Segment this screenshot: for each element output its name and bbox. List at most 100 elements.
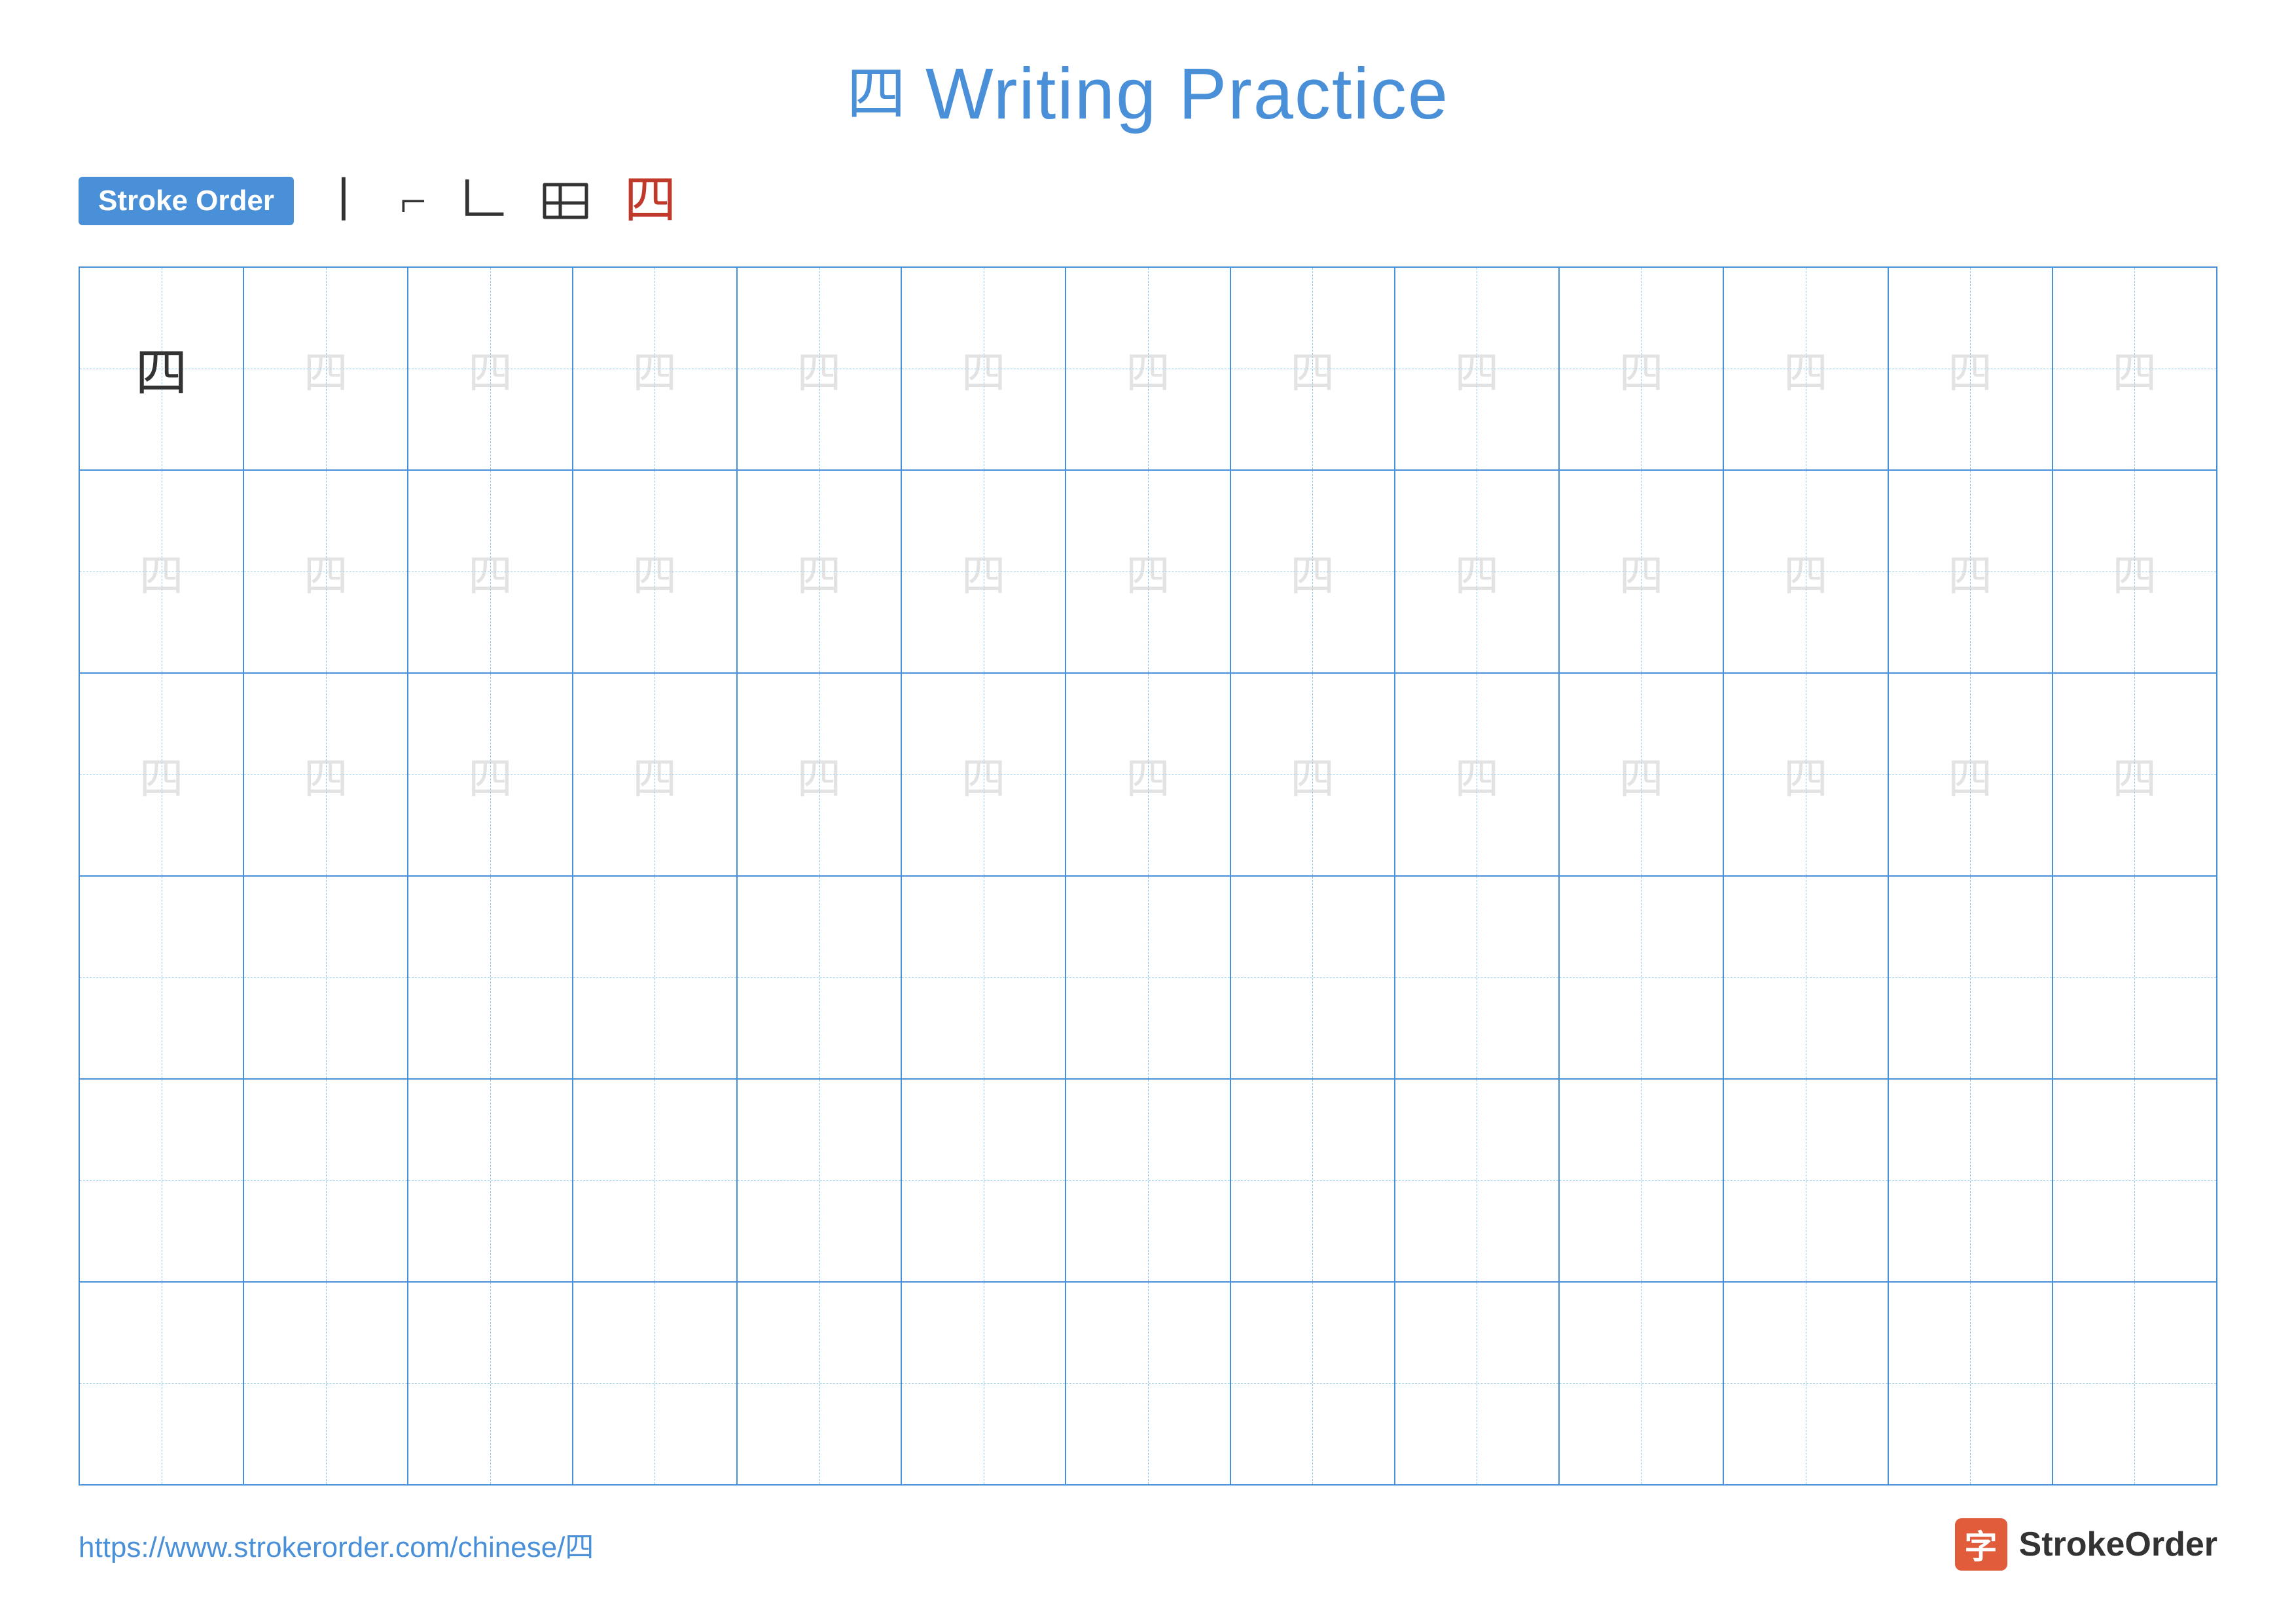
- grid-cell-5-6[interactable]: [902, 1080, 1066, 1281]
- grid-cell-3-2[interactable]: 四: [244, 674, 408, 875]
- grid-cell-3-7[interactable]: 四: [1066, 674, 1230, 875]
- grid-cell-1-11[interactable]: 四: [1724, 268, 1888, 469]
- ghost-char: 四: [632, 742, 677, 807]
- grid-cell-3-12[interactable]: 四: [1889, 674, 2053, 875]
- grid-cell-5-13[interactable]: [2053, 1080, 2216, 1281]
- ghost-char: 四: [468, 539, 512, 604]
- grid-cell-2-8[interactable]: 四: [1231, 471, 1395, 672]
- ghost-char: 四: [1619, 539, 1664, 604]
- grid-cell-4-5[interactable]: [738, 877, 902, 1078]
- grid-cell-2-2[interactable]: 四: [244, 471, 408, 672]
- grid-cell-4-1[interactable]: [80, 877, 244, 1078]
- grid-cell-1-1[interactable]: 四: [80, 268, 244, 469]
- grid-cell-5-9[interactable]: [1395, 1080, 1560, 1281]
- grid-cell-1-3[interactable]: 四: [408, 268, 573, 469]
- grid-cell-3-4[interactable]: 四: [573, 674, 738, 875]
- grid-cell-1-10[interactable]: 四: [1560, 268, 1724, 469]
- grid-cell-5-2[interactable]: [244, 1080, 408, 1281]
- grid-cell-2-13[interactable]: 四: [2053, 471, 2216, 672]
- grid-cell-2-6[interactable]: 四: [902, 471, 1066, 672]
- ghost-char: 四: [632, 337, 677, 401]
- grid-cell-6-8[interactable]: [1231, 1283, 1395, 1484]
- ghost-char: 四: [1619, 742, 1664, 807]
- grid-cell-2-11[interactable]: 四: [1724, 471, 1888, 672]
- grid-cell-5-10[interactable]: [1560, 1080, 1724, 1281]
- grid-cell-1-8[interactable]: 四: [1231, 268, 1395, 469]
- grid-cell-5-3[interactable]: [408, 1080, 573, 1281]
- ghost-char: 四: [1126, 539, 1170, 604]
- grid-cell-1-13[interactable]: 四: [2053, 268, 2216, 469]
- grid-cell-5-12[interactable]: [1889, 1080, 2053, 1281]
- grid-cell-2-3[interactable]: 四: [408, 471, 573, 672]
- footer-url[interactable]: https://www.strokerorder.com/chinese/四: [79, 1523, 594, 1565]
- grid-cell-5-1[interactable]: [80, 1080, 244, 1281]
- grid-cell-2-10[interactable]: 四: [1560, 471, 1724, 672]
- grid-cell-4-3[interactable]: [408, 877, 573, 1078]
- page-title: Writing Practice: [925, 52, 1449, 136]
- grid-cell-6-9[interactable]: [1395, 1283, 1560, 1484]
- grid-row-3: 四 四 四 四 四 四 四 四 四 四 四 四 四: [80, 674, 2216, 877]
- grid-cell-3-10[interactable]: 四: [1560, 674, 1724, 875]
- grid-cell-4-4[interactable]: [573, 877, 738, 1078]
- grid-cell-4-13[interactable]: [2053, 877, 2216, 1078]
- grid-cell-4-2[interactable]: [244, 877, 408, 1078]
- grid-cell-1-7[interactable]: 四: [1066, 268, 1230, 469]
- ghost-char: 四: [139, 539, 184, 604]
- grid-cell-6-11[interactable]: [1724, 1283, 1888, 1484]
- stroke-step-3: 𠃊: [459, 177, 507, 225]
- grid-cell-4-7[interactable]: [1066, 877, 1230, 1078]
- grid-row-5: [80, 1080, 2216, 1283]
- ghost-char: 四: [632, 539, 677, 604]
- grid-cell-6-7[interactable]: [1066, 1283, 1230, 1484]
- ghost-char: 四: [2112, 337, 2157, 401]
- grid-cell-1-2[interactable]: 四: [244, 268, 408, 469]
- grid-cell-1-9[interactable]: 四: [1395, 268, 1560, 469]
- grid-cell-4-12[interactable]: [1889, 877, 2053, 1078]
- grid-cell-3-5[interactable]: 四: [738, 674, 902, 875]
- grid-cell-4-8[interactable]: [1231, 877, 1395, 1078]
- grid-cell-5-4[interactable]: [573, 1080, 738, 1281]
- ghost-char: 四: [468, 742, 512, 807]
- grid-cell-2-4[interactable]: 四: [573, 471, 738, 672]
- ghost-char: 四: [2112, 742, 2157, 807]
- grid-cell-6-6[interactable]: [902, 1283, 1066, 1484]
- ghost-char: 四: [1948, 539, 1992, 604]
- grid-cell-1-12[interactable]: 四: [1889, 268, 2053, 469]
- grid-cell-3-9[interactable]: 四: [1395, 674, 1560, 875]
- grid-cell-3-8[interactable]: 四: [1231, 674, 1395, 875]
- grid-cell-6-13[interactable]: [2053, 1283, 2216, 1484]
- grid-cell-2-1[interactable]: 四: [80, 471, 244, 672]
- grid-cell-3-13[interactable]: 四: [2053, 674, 2216, 875]
- grid-cell-2-12[interactable]: 四: [1889, 471, 2053, 672]
- grid-cell-4-11[interactable]: [1724, 877, 1888, 1078]
- ghost-char: 四: [1290, 539, 1335, 604]
- ghost-char: 四: [304, 539, 348, 604]
- grid-cell-3-1[interactable]: 四: [80, 674, 244, 875]
- grid-cell-5-11[interactable]: [1724, 1080, 1888, 1281]
- grid-cell-4-6[interactable]: [902, 877, 1066, 1078]
- grid-cell-3-3[interactable]: 四: [408, 674, 573, 875]
- grid-cell-5-7[interactable]: [1066, 1080, 1230, 1281]
- grid-cell-3-11[interactable]: 四: [1724, 674, 1888, 875]
- grid-cell-4-10[interactable]: [1560, 877, 1724, 1078]
- grid-cell-1-4[interactable]: 四: [573, 268, 738, 469]
- stroke-step-2: ⌐: [400, 177, 427, 225]
- grid-cell-6-3[interactable]: [408, 1283, 573, 1484]
- grid-cell-6-5[interactable]: [738, 1283, 902, 1484]
- grid-cell-6-10[interactable]: [1560, 1283, 1724, 1484]
- grid-cell-5-5[interactable]: [738, 1080, 902, 1281]
- grid-cell-6-2[interactable]: [244, 1283, 408, 1484]
- grid-cell-5-8[interactable]: [1231, 1080, 1395, 1281]
- grid-cell-1-5[interactable]: 四: [738, 268, 902, 469]
- grid-cell-6-12[interactable]: [1889, 1283, 2053, 1484]
- grid-cell-3-6[interactable]: 四: [902, 674, 1066, 875]
- grid-row-6: [80, 1283, 2216, 1484]
- grid-cell-6-4[interactable]: [573, 1283, 738, 1484]
- grid-cell-2-7[interactable]: 四: [1066, 471, 1230, 672]
- grid-cell-4-9[interactable]: [1395, 877, 1560, 1078]
- stroke-sequence: 丨 ⌐ 𠃊 四: [320, 175, 677, 227]
- grid-cell-2-9[interactable]: 四: [1395, 471, 1560, 672]
- grid-cell-1-6[interactable]: 四: [902, 268, 1066, 469]
- grid-cell-2-5[interactable]: 四: [738, 471, 902, 672]
- grid-cell-6-1[interactable]: [80, 1283, 244, 1484]
